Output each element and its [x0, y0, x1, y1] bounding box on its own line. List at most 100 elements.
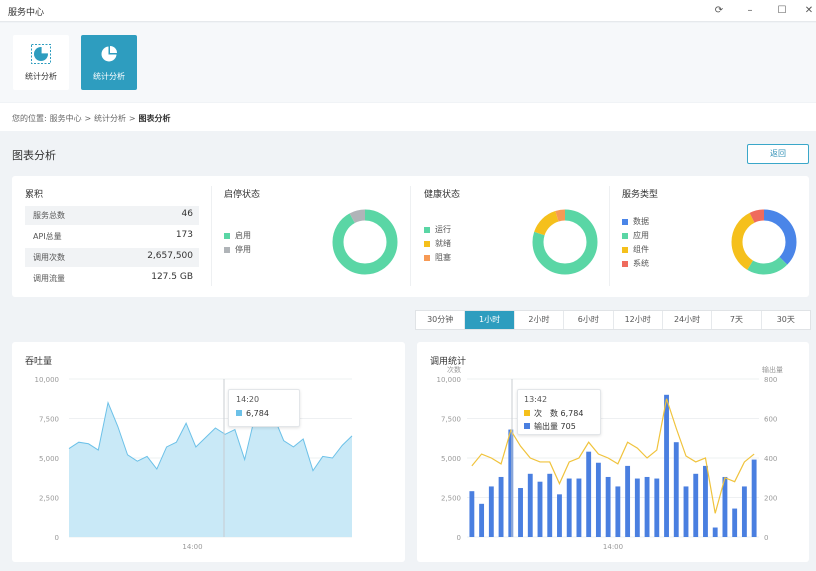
donut-start-stop [332, 209, 398, 275]
throughput-area [69, 402, 352, 537]
y2-tick-label: 200 [764, 495, 777, 503]
time-option[interactable]: 7天 [712, 311, 762, 329]
bar [566, 478, 572, 537]
legend-swatch [236, 410, 242, 416]
bar [498, 476, 504, 537]
y-tick-label: 5,000 [39, 455, 59, 463]
breadcrumb-separator: > [84, 114, 92, 123]
legend-item: 停用 [224, 244, 251, 255]
y-tick-label: 10,000 [35, 376, 60, 384]
time-option[interactable]: 30分钟 [416, 311, 466, 329]
pie-chart-icon [101, 44, 119, 62]
legend-swatch [622, 246, 628, 253]
legend-label: 应用 [633, 231, 649, 240]
y-tick-label: 5,000 [441, 455, 461, 463]
legend-swatch [622, 232, 628, 239]
row-label: 服务总数 [33, 211, 65, 220]
bar [469, 491, 475, 537]
bar [634, 478, 640, 537]
y2-tick-label: 800 [764, 376, 777, 384]
legend-label: 数据 [633, 217, 649, 226]
accumulate-row: 服务总数 46 [25, 206, 199, 225]
bar [703, 465, 708, 537]
tooltip-value: 705 [560, 422, 576, 431]
time-option[interactable]: 30天 [762, 311, 810, 329]
tool-row: 统计分析 统计分析 [0, 23, 816, 102]
time-option-selected[interactable]: 1小时 [465, 311, 515, 329]
legend-item: 就绪 [424, 238, 451, 249]
x-tick-label: 14:00 [182, 543, 202, 551]
accumulate-row: 调用流量 127.5 GB [25, 269, 199, 288]
time-option[interactable]: 6小时 [564, 311, 614, 329]
bar [527, 473, 533, 537]
bar [508, 429, 514, 537]
breadcrumb-item[interactable]: 统计分析 [94, 114, 126, 123]
row-value: 173 [175, 230, 193, 240]
legend-item: 阻塞 [424, 252, 451, 263]
tooltip-time: 14:20 [236, 395, 260, 404]
y2-tick-label: 0 [764, 534, 768, 542]
bar [595, 462, 601, 537]
legend-swatch [424, 240, 430, 247]
y-tick-label: 10,000 [437, 376, 462, 384]
pie-chart-icon [31, 44, 51, 64]
close-icon[interactable]: ✕ [800, 3, 816, 19]
maximize-icon[interactable]: ☐ [773, 3, 791, 19]
breadcrumb-separator: > [128, 114, 136, 123]
title-bar: 服务中心 ⟳ – ☐ ✕ [0, 0, 816, 22]
bar [488, 486, 494, 537]
divider [410, 186, 411, 286]
bar [586, 451, 592, 537]
row-value: 127.5 GB [151, 272, 193, 282]
time-option[interactable]: 2小时 [515, 311, 565, 329]
y2-axis-label: 输出量 [762, 365, 783, 374]
legend-item: 运行 [424, 224, 451, 235]
output-line [471, 398, 755, 514]
bar [537, 481, 543, 537]
tool-statistics-2[interactable]: 统计分析 [81, 35, 137, 90]
legend-label: 系统 [633, 259, 649, 268]
calls-panel: 调用统计 0 0 2,500 200 5,000 400 7,500 600 10,000 800… [417, 342, 809, 562]
divider [609, 186, 610, 286]
y-tick-label: 7,500 [441, 416, 461, 424]
time-option[interactable]: 24小时 [663, 311, 713, 329]
throughput-chart[interactable]: 0 2,500 5,000 7,500 10,000 14:00 [12, 342, 405, 562]
bar [751, 459, 757, 537]
tool-label: 统计分析 [25, 72, 57, 81]
tooltip-time: 13:42 [524, 395, 548, 404]
y-tick-label: 2,500 [39, 495, 59, 503]
tool-label: 统计分析 [93, 72, 125, 81]
tooltip-value: 6,784 [246, 409, 269, 418]
accumulate-row: 调用次数 2,657,500 [25, 248, 199, 267]
tool-statistics-1[interactable]: 统计分析 [13, 35, 69, 90]
donut-service-type [731, 209, 797, 275]
bar [683, 486, 689, 537]
bar [615, 486, 621, 537]
legend-label: 阻塞 [435, 253, 451, 262]
bar [605, 476, 611, 537]
time-range-selector: 30分钟 1小时 2小时 6小时 12小时 24小时 7天 30天 [415, 310, 811, 330]
breadcrumb-current: 图表分析 [138, 114, 171, 123]
calls-chart[interactable]: 0 02,500 2005,000 4007,500 60010,000 800次数 输出量… [417, 342, 809, 562]
legend-label: 停用 [235, 245, 251, 254]
health-title: 健康状态 [424, 190, 461, 200]
bar [673, 442, 679, 537]
tooltip-label: 次 数 [534, 409, 558, 418]
refresh-icon[interactable]: ⟳ [710, 3, 728, 19]
back-button[interactable]: 返回 [747, 144, 809, 164]
minimize-icon[interactable]: – [741, 3, 759, 19]
y2-tick-label: 400 [764, 455, 777, 463]
legend-swatch [622, 218, 628, 225]
bar [644, 476, 650, 537]
divider [211, 186, 212, 286]
row-label: API总量 [33, 232, 62, 241]
service-type-title: 服务类型 [622, 190, 659, 200]
bar [625, 465, 631, 537]
y-tick-label: 2,500 [441, 495, 461, 503]
window-title: 服务中心 [8, 8, 45, 18]
legend-label: 运行 [435, 225, 451, 234]
time-option[interactable]: 12小时 [614, 311, 663, 329]
breadcrumb-item[interactable]: 服务中心 [50, 114, 82, 123]
y-axis-label: 次数 [447, 365, 461, 374]
row-value: 2,657,500 [147, 251, 193, 261]
